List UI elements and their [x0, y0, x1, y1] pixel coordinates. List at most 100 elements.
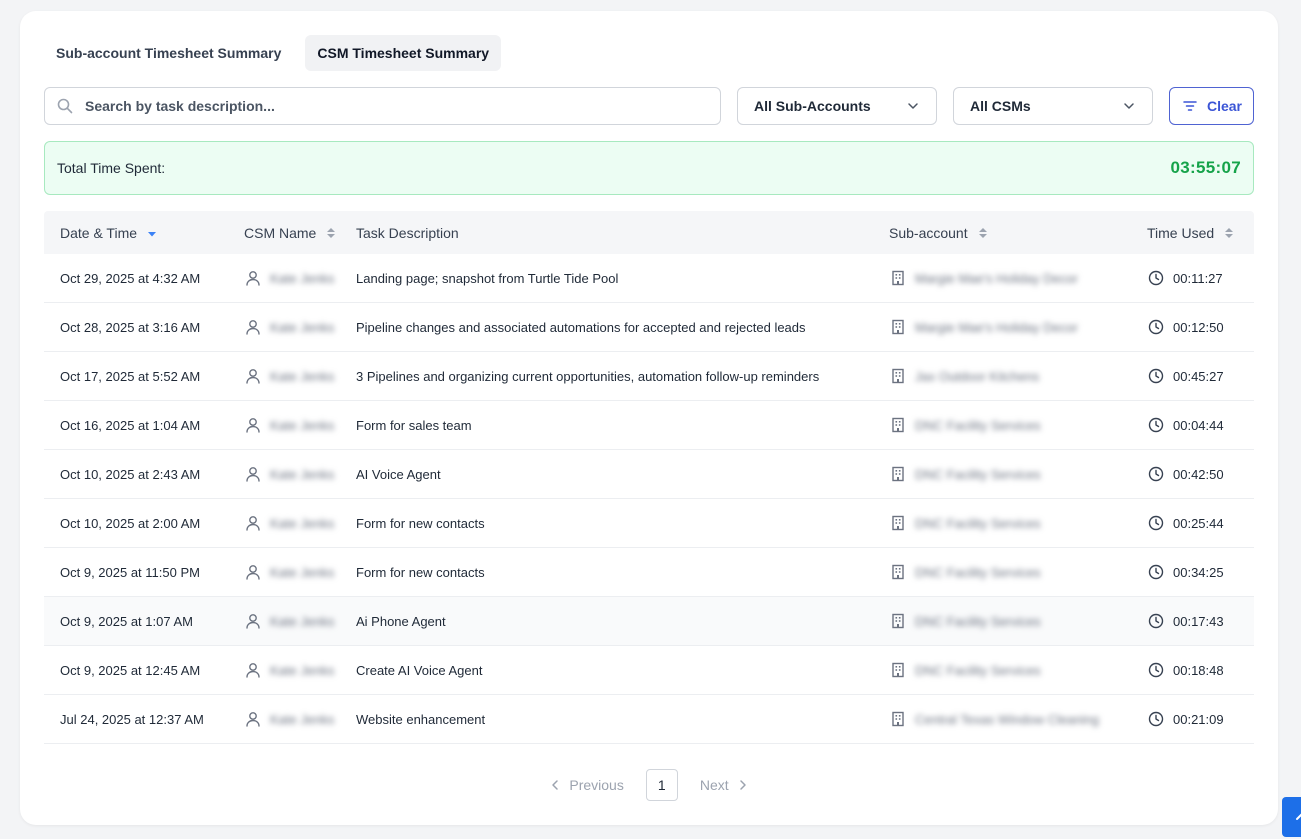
search-icon: [57, 98, 77, 114]
total-time-value: 03:55:07: [1170, 158, 1241, 177]
total-time-label: Total Time Spent:: [57, 160, 166, 176]
user-icon: [244, 318, 262, 336]
chevron-right-icon: [734, 776, 752, 794]
sub-account-text: DNC Facility Services: [915, 613, 1041, 629]
cell-time-used: 00:21:09: [1132, 710, 1254, 728]
table-row[interactable]: Oct 28, 2025 at 3:16 AM Kate Jenks Pipelin…: [44, 303, 1254, 352]
table-row[interactable]: Oct 16, 2025 at 1:04 AM Kate Jenks Form fo…: [44, 401, 1254, 450]
cell-sub-account: DNC Facility Services: [873, 661, 1132, 679]
sub-account-text: Margie Mae's Holiday Decor: [915, 270, 1078, 286]
user-icon: [244, 416, 262, 434]
cell-date-time: Jul 24, 2025 at 12:37 AM: [60, 711, 204, 727]
header-csm-name[interactable]: CSM Name: [228, 224, 356, 242]
pagination: Previous 1 Next: [20, 769, 1278, 801]
time-used-text: 00:11:27: [1173, 270, 1223, 286]
previous-page-button[interactable]: Previous: [546, 776, 624, 794]
time-used-text: 00:21:09: [1173, 711, 1224, 727]
cell-task-description: Form for new contacts: [356, 564, 485, 580]
csm-name-text: Kate Jenks: [270, 368, 335, 384]
header-date-time-label: Date & Time: [60, 224, 138, 241]
cell-sub-account: Jax Outdoor Kitchens: [873, 367, 1132, 385]
tab-csm-timesheet-summary[interactable]: CSM Timesheet Summary: [305, 35, 502, 71]
cell-sub-account: Margie Mae's Holiday Decor: [873, 318, 1132, 336]
next-page-button[interactable]: Next: [700, 776, 752, 794]
cell-time-used: 00:42:50: [1132, 465, 1254, 483]
csm-name-text: Kate Jenks: [270, 270, 335, 286]
timesheet-table: Date & Time CSM Name Task Description Su…: [44, 211, 1254, 744]
cell-sub-account: Margie Mae's Holiday Decor: [873, 269, 1132, 287]
clock-icon: [1147, 318, 1165, 336]
cell-csm-name: Kate Jenks: [228, 318, 356, 336]
table-row[interactable]: Oct 9, 2025 at 1:07 AM Kate Jenks Ai Phone…: [44, 597, 1254, 646]
clock-icon: [1147, 416, 1165, 434]
csm-name-text: Kate Jenks: [270, 466, 335, 482]
table-row[interactable]: Oct 10, 2025 at 2:43 AM Kate Jenks AI Voic…: [44, 450, 1254, 499]
clock-icon: [1147, 710, 1165, 728]
arrow-up-icon: [1293, 808, 1301, 826]
sub-accounts-dropdown-value: All Sub-Accounts: [754, 98, 871, 114]
sub-accounts-dropdown[interactable]: All Sub-Accounts: [737, 87, 937, 125]
time-used-text: 00:34:25: [1173, 564, 1224, 580]
cell-csm-name: Kate Jenks: [228, 710, 356, 728]
filter-icon: [1181, 97, 1199, 115]
cell-sub-account: DNC Facility Services: [873, 465, 1132, 483]
table-header: Date & Time CSM Name Task Description Su…: [44, 211, 1254, 254]
sub-account-text: Jax Outdoor Kitchens: [915, 368, 1040, 384]
table-row[interactable]: Oct 9, 2025 at 11:50 PM Kate Jenks Form fo…: [44, 548, 1254, 597]
building-icon: [889, 367, 907, 385]
clear-filters-button[interactable]: Clear: [1169, 87, 1254, 125]
header-date-time[interactable]: Date & Time: [44, 224, 228, 242]
clock-icon: [1147, 514, 1165, 532]
building-icon: [889, 514, 907, 532]
user-icon: [244, 710, 262, 728]
building-icon: [889, 318, 907, 336]
cell-time-used: 00:25:44: [1132, 514, 1254, 532]
table-row[interactable]: Oct 9, 2025 at 12:45 AM Kate Jenks Create …: [44, 646, 1254, 695]
sub-account-text: DNC Facility Services: [915, 662, 1041, 678]
cell-sub-account: DNC Facility Services: [873, 612, 1132, 630]
cell-csm-name: Kate Jenks: [228, 563, 356, 581]
table-row[interactable]: Oct 10, 2025 at 2:00 AM Kate Jenks Form fo…: [44, 499, 1254, 548]
sub-account-text: DNC Facility Services: [915, 564, 1041, 580]
user-icon: [244, 612, 262, 630]
building-icon: [889, 661, 907, 679]
table-row[interactable]: Jul 24, 2025 at 12:37 AM Kate Jenks Websit…: [44, 695, 1254, 744]
building-icon: [889, 416, 907, 434]
time-used-text: 00:17:43: [1173, 613, 1224, 629]
table-row[interactable]: Oct 17, 2025 at 5:52 AM Kate Jenks 3 Pipel…: [44, 352, 1254, 401]
scroll-to-top-button[interactable]: [1282, 797, 1301, 837]
cell-task-description: Ai Phone Agent: [356, 613, 446, 629]
sort-icon: [1220, 224, 1238, 242]
sort-icon: [974, 224, 992, 242]
cell-task-description: Landing page; snapshot from Turtle Tide …: [356, 270, 619, 286]
header-task-description-label: Task Description: [356, 224, 459, 241]
previous-page-label: Previous: [569, 777, 624, 793]
page-number-button[interactable]: 1: [645, 769, 678, 801]
search-input[interactable]: [85, 89, 720, 123]
table-row[interactable]: Oct 29, 2025 at 4:32 AM Kate Jenks Landing…: [44, 254, 1254, 303]
header-sub-account[interactable]: Sub-account: [873, 224, 1132, 242]
cell-time-used: 00:18:48: [1132, 661, 1254, 679]
cell-time-used: 00:17:43: [1132, 612, 1254, 630]
cell-task-description: Form for new contacts: [356, 515, 485, 531]
building-icon: [889, 269, 907, 287]
header-time-used[interactable]: Time Used: [1132, 224, 1254, 242]
user-icon: [244, 661, 262, 679]
cell-csm-name: Kate Jenks: [228, 514, 356, 532]
cell-task-description: Create AI Voice Agent: [356, 662, 483, 678]
cell-date-time: Oct 28, 2025 at 3:16 AM: [60, 319, 201, 335]
user-icon: [244, 367, 262, 385]
csm-name-text: Kate Jenks: [270, 711, 335, 727]
tab-sub-account-timesheet-summary[interactable]: Sub-account Timesheet Summary: [44, 35, 293, 71]
chevron-down-icon: [1120, 97, 1138, 115]
sub-account-text: DNC Facility Services: [915, 466, 1041, 482]
sort-desc-icon: [143, 224, 161, 242]
cell-sub-account: DNC Facility Services: [873, 416, 1132, 434]
cell-csm-name: Kate Jenks: [228, 269, 356, 287]
cell-date-time: Oct 9, 2025 at 1:07 AM: [60, 613, 193, 629]
sub-account-text: Central Texas Window Cleaning: [915, 711, 1100, 727]
csms-dropdown[interactable]: All CSMs: [953, 87, 1153, 125]
cell-date-time: Oct 29, 2025 at 4:32 AM: [60, 270, 201, 286]
user-icon: [244, 514, 262, 532]
cell-date-time: Oct 9, 2025 at 11:50 PM: [60, 564, 200, 580]
